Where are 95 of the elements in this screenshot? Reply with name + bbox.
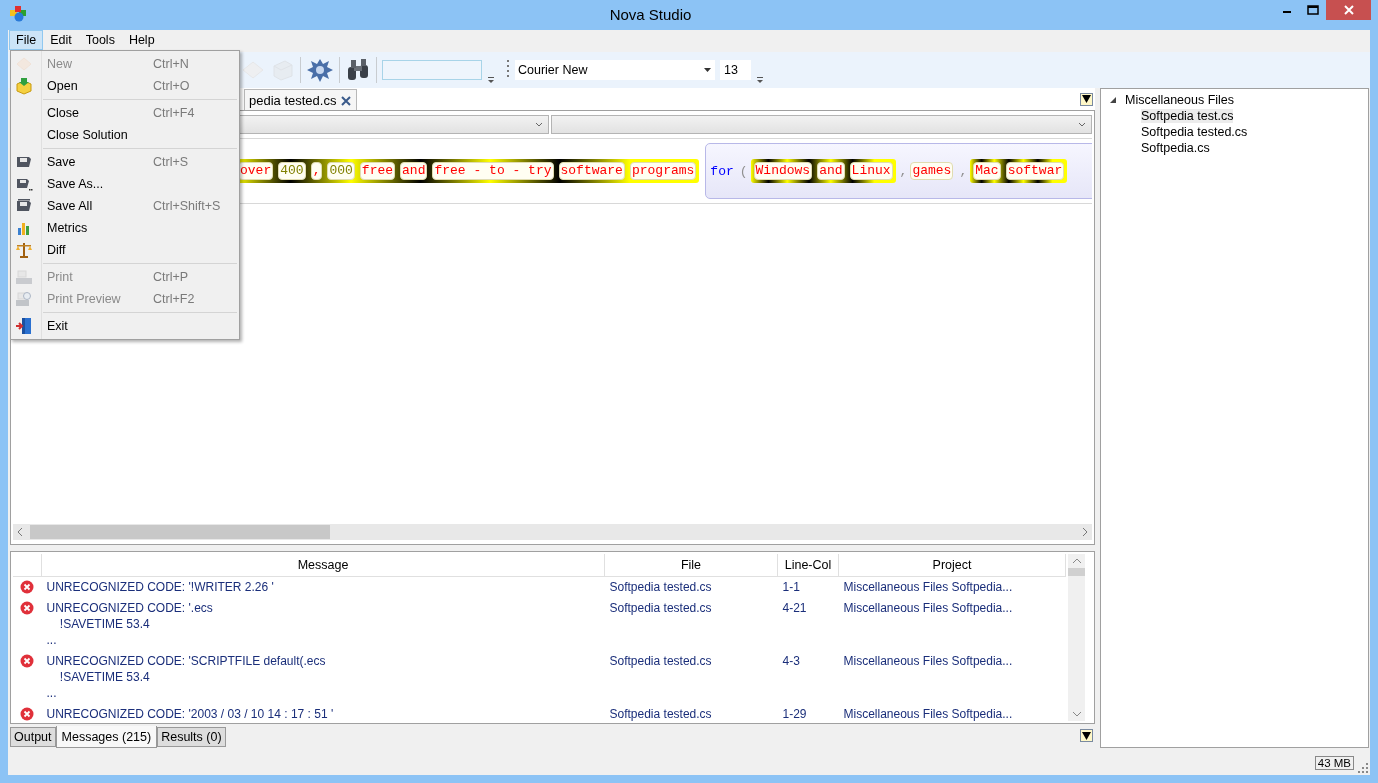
table-cell-text: 4-3 [781, 653, 801, 670]
panel-tab[interactable]: Messages (215) [55, 726, 158, 748]
door-icon [15, 317, 33, 335]
menu-item[interactable]: Close Solution [11, 124, 239, 146]
menu-item[interactable]: Save All Ctrl+Shift+S [11, 195, 239, 217]
caret-icon [704, 68, 711, 72]
font-size-field[interactable]: 13 [720, 60, 751, 80]
table-cell-text: Softpedia tested.cs [608, 706, 713, 723]
panel-tab[interactable]: Results (0) [157, 727, 226, 747]
printer-icon [15, 290, 33, 308]
code-token: Mac [973, 162, 1001, 180]
menu-item[interactable]: Save As... [11, 173, 239, 195]
error-icon [20, 654, 34, 668]
horizontal-scrollbar[interactable] [13, 524, 1092, 540]
resize-grip-icon [1358, 763, 1368, 773]
menu-item[interactable]: Close Ctrl+F4 [11, 102, 239, 124]
code-token: Linux [849, 162, 893, 180]
table-cell-text: UNRECOGNIZED CODE: '2003 / 03 / 10 14 : 17 : 51 ' [45, 706, 335, 723]
code-token: , [310, 162, 323, 180]
app-icon [9, 6, 27, 22]
code-token: softwar [1005, 162, 1065, 180]
code-punctuation: , [899, 163, 908, 179]
expander-icon[interactable] [1109, 96, 1117, 104]
menu-item[interactable]: Help [121, 30, 162, 50]
table-cell-text: Miscellaneous Files Softpedia... [842, 706, 1014, 723]
table-cell-text: UNRECOGNIZED CODE: '.ecs !SAVETIME 53.4 ... [45, 600, 214, 649]
code-token: over [238, 162, 274, 180]
menu-item[interactable]: Diff [11, 239, 239, 261]
code-keyword: for [710, 163, 734, 179]
menu-item[interactable]: Metrics [11, 217, 239, 239]
maximize-icon [1307, 5, 1319, 15]
table-cell: 1-1 [777, 576, 839, 598]
tree-item[interactable]: Miscellaneous Files [1125, 93, 1235, 107]
menu-item[interactable]: Tools [78, 30, 122, 50]
chevron-down-icon [535, 121, 543, 128]
code-token: 000 [327, 162, 355, 180]
code-punctuation: , [959, 163, 968, 179]
code-token: programs [629, 162, 697, 180]
code-token: free [359, 162, 396, 180]
error-icon [20, 707, 34, 721]
column-header[interactable]: File [604, 554, 778, 577]
menu-item[interactable]: Edit [43, 30, 79, 50]
splash-icon [306, 57, 334, 83]
column-header[interactable]: Line-Col [777, 554, 839, 577]
scales-icon [15, 241, 33, 259]
table-cell-text: UNRECOGNIZED CODE: 'SCRIPTFILE default(.ecs !SAVETIME 53.4 ... [45, 653, 327, 702]
member-dropdown[interactable] [551, 115, 1092, 134]
page-icon [15, 55, 33, 73]
table-cell: Miscellaneous Files Softpedia... [838, 576, 1066, 598]
table-cell-text: 1-29 [781, 706, 808, 723]
box-icon [15, 77, 33, 95]
pin-button[interactable] [1080, 729, 1093, 742]
table-cell-text: Softpedia tested.cs [608, 600, 713, 617]
table-cell-text: Miscellaneous Files Softpedia... [842, 600, 1014, 617]
error-icon [20, 580, 34, 594]
code-punctuation: ( [739, 163, 748, 179]
font-dropdown[interactable]: Courier New [515, 60, 715, 80]
pin-button[interactable] [1080, 92, 1093, 106]
close-button[interactable] [1326, 0, 1371, 20]
memory-indicator: 43 MB [1314, 756, 1354, 770]
column-header[interactable]: Message [41, 554, 605, 577]
close-icon [341, 95, 352, 106]
close-icon [1343, 5, 1354, 15]
search-field[interactable] [382, 60, 482, 80]
overflow-icon [756, 76, 764, 84]
chevron-down-icon [1078, 121, 1086, 128]
menu-item[interactable]: File [9, 30, 44, 50]
vertical-scrollbar[interactable] [1068, 554, 1085, 721]
code-token: and [400, 162, 428, 180]
binoculars-icon [345, 57, 371, 83]
menu-item[interactable]: Save Ctrl+S [11, 151, 239, 173]
code-token: games [910, 162, 954, 180]
table-cell: UNRECOGNIZED CODE: '!WRITER 2.26 ' [41, 576, 605, 598]
menu-item[interactable]: Open Ctrl+O [11, 75, 239, 97]
scrollbar-thumb[interactable] [1068, 568, 1085, 576]
tree-item[interactable]: Softpedia tested.cs [1141, 125, 1248, 139]
overflow-icon [487, 76, 495, 84]
error-icon [20, 601, 34, 615]
window-title: Nova Studio [608, 5, 693, 23]
printer-icon [15, 268, 33, 286]
table-cell: Softpedia tested.cs [604, 576, 778, 598]
table-cell-text: 4-21 [781, 600, 808, 617]
code-token: software [558, 162, 625, 180]
table-cell-text: Softpedia tested.cs [608, 653, 713, 670]
menu-item[interactable]: Exit [11, 315, 239, 337]
code-token: Windows [753, 162, 813, 180]
tree-item[interactable]: Softpedia test.cs [1141, 109, 1234, 123]
code-token: 400 [278, 162, 306, 180]
table-cell-text: Miscellaneous Files Softpedia... [842, 653, 1014, 670]
code-token: free - to - try [432, 162, 554, 180]
column-header[interactable]: Project [838, 554, 1066, 577]
document-tab[interactable]: pedia tested.cs [244, 89, 358, 110]
code-token: and [817, 162, 845, 180]
tree-item[interactable]: Softpedia.cs [1141, 141, 1210, 155]
panel-tab[interactable]: Output [10, 727, 56, 747]
